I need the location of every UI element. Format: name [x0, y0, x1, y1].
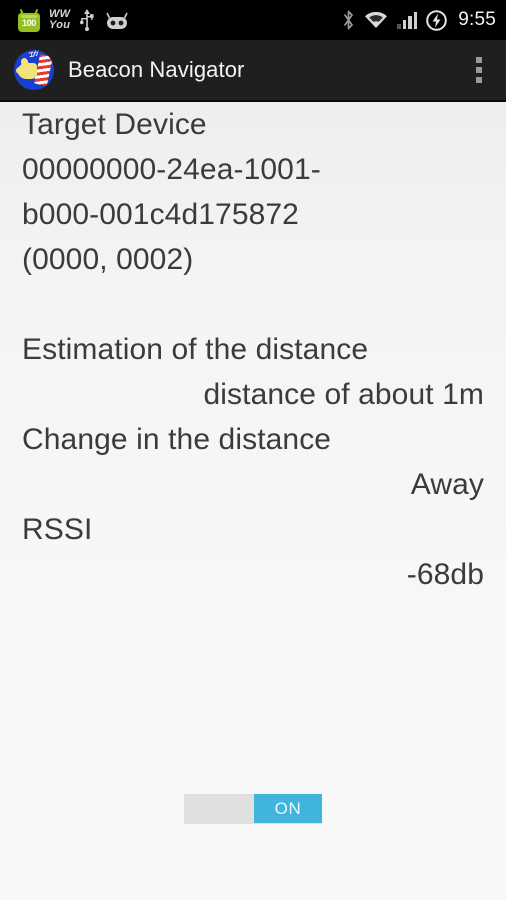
- distance-change-value: Away: [410, 468, 484, 501]
- cyanogenmod-icon: [106, 12, 129, 29]
- target-device-label: Target Device: [22, 108, 207, 141]
- distance-change-label: Change in the distance: [22, 423, 332, 456]
- distance-estimation-value: distance of about 1m: [203, 378, 484, 411]
- scan-toggle-container: ON: [0, 794, 506, 823]
- phone-screen: 100 WW You 9:55 ｺﾝｼﾞ Beacon Navigator Ta…: [0, 0, 506, 900]
- scan-toggle-switch[interactable]: ON: [184, 794, 322, 823]
- status-bar[interactable]: 100 WW You 9:55: [0, 0, 506, 40]
- target-device-uuid-line-2: b000-001c4d175872: [22, 198, 299, 231]
- beacon-navigator-app-icon: ｺﾝｼﾞ: [14, 50, 54, 90]
- target-device-major-minor: (0000, 0002): [22, 243, 194, 276]
- rssi-label: RSSI: [22, 513, 93, 546]
- battery-icon: 100: [18, 8, 40, 32]
- battery-level-text: 100: [22, 17, 36, 28]
- app-title: Beacon Navigator: [68, 57, 245, 82]
- overflow-menu-icon[interactable]: [464, 47, 494, 93]
- main-content: Target Device 00000000-24ea-1001- b000-0…: [0, 102, 506, 900]
- power-saver-icon: [426, 9, 448, 31]
- usb-icon: [80, 9, 94, 31]
- status-bar-left-icons: 100 WW You: [18, 9, 130, 32]
- action-bar: ｺﾝｼﾞ Beacon Navigator: [0, 40, 506, 102]
- carrier-label: WW You: [49, 9, 70, 31]
- distance-estimation-label: Estimation of the distance: [22, 333, 369, 366]
- carrier-line-2: You: [49, 19, 71, 31]
- rssi-value: -68db: [406, 558, 484, 591]
- target-device-uuid-line-1: 00000000-24ea-1001-: [22, 153, 321, 186]
- wifi-icon: [365, 11, 388, 28]
- signal-icon: [397, 11, 418, 29]
- status-bar-clock: 9:55: [458, 9, 496, 30]
- scan-toggle-thumb[interactable]: ON: [254, 794, 322, 823]
- bluetooth-icon: [344, 10, 354, 30]
- status-bar-right-icons: 9:55: [342, 9, 496, 31]
